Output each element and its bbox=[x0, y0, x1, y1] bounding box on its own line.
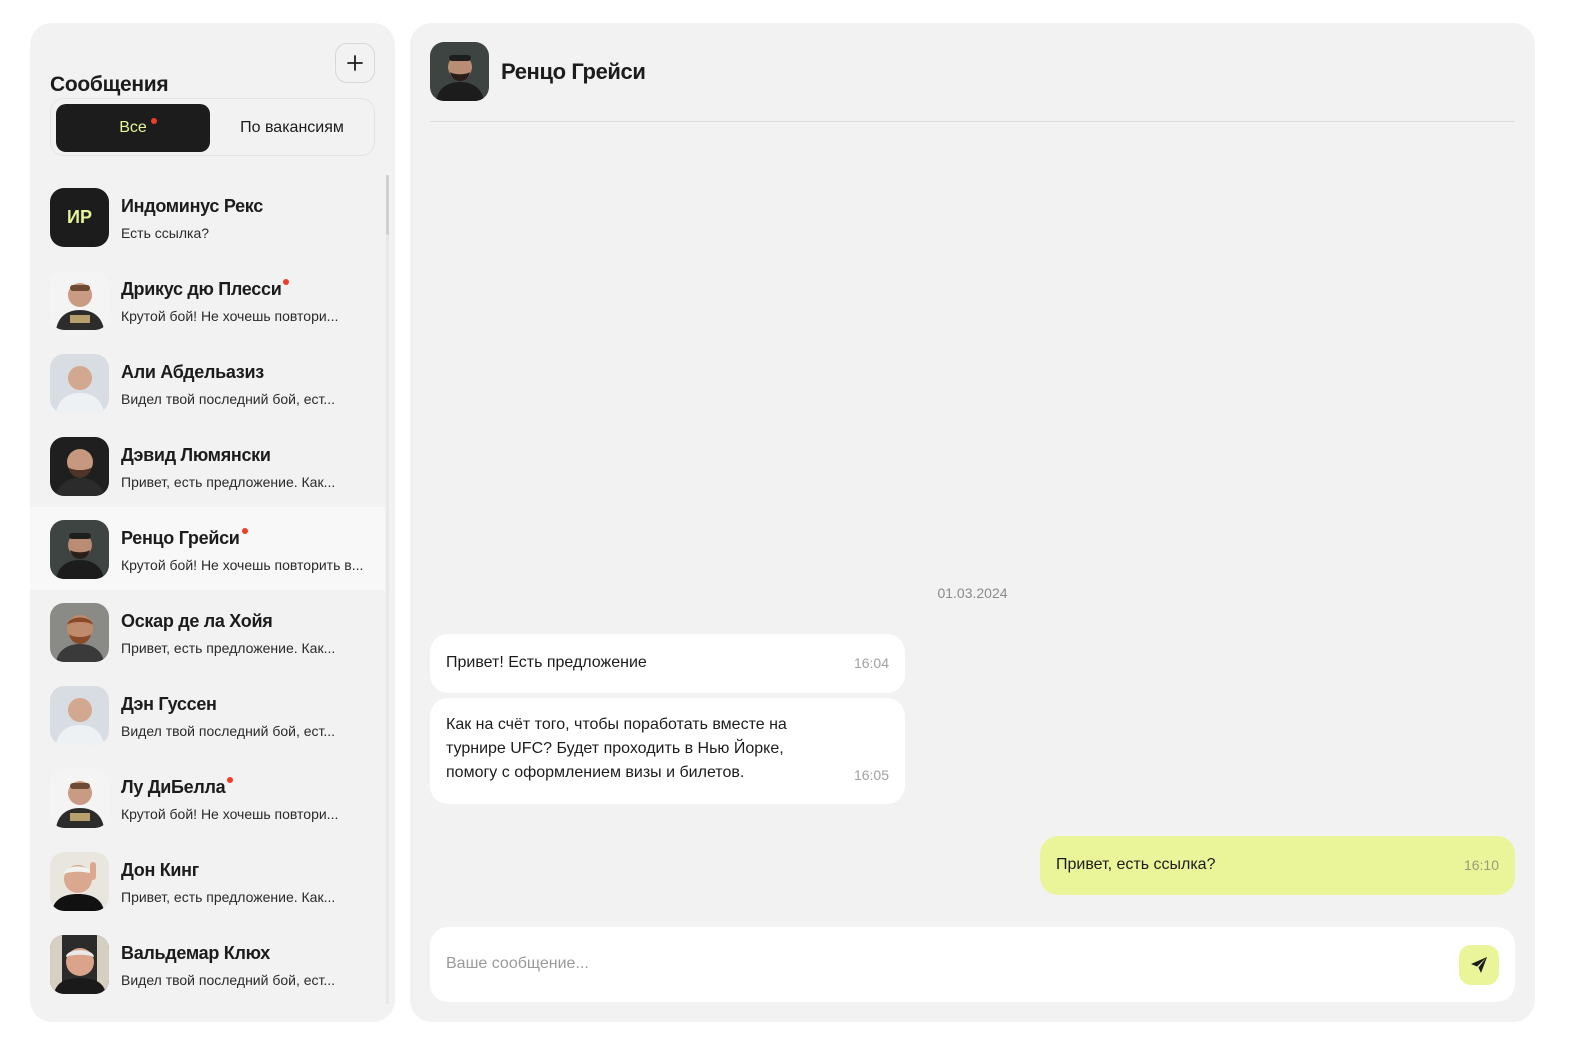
date-separator: 01.03.2024 bbox=[937, 585, 1008, 601]
chat-item[interactable]: Али Абдельазиз Видел твой последний бой,… bbox=[30, 341, 385, 424]
contact-avatar[interactable] bbox=[430, 42, 489, 101]
unread-dot bbox=[283, 279, 290, 285]
message-text: Привет! Есть предложение bbox=[446, 654, 647, 671]
chat-item[interactable]: Дэвид Люмянски Привет, есть предложение.… bbox=[30, 424, 385, 507]
avatar bbox=[50, 271, 109, 330]
chat-item[interactable]: Оскар де ла Хойя Привет, есть предложени… bbox=[30, 590, 385, 673]
sidebar-title: Сообщения bbox=[50, 73, 169, 96]
avatar bbox=[50, 603, 109, 662]
avatar: ИР bbox=[50, 188, 109, 247]
filter-tab-vacancies[interactable]: По вакансиям bbox=[213, 104, 371, 152]
chat-preview: Видел твой последний бой, ест... bbox=[121, 723, 336, 739]
chat-preview: Есть ссылка? bbox=[121, 225, 210, 241]
avatar bbox=[50, 769, 109, 828]
chat-list: ИР Индоминус Рекс Есть ссылка? Дрикус дю… bbox=[30, 175, 385, 1005]
unread-dot bbox=[151, 118, 157, 124]
message-input[interactable] bbox=[446, 949, 1446, 979]
chat-preview: Крутой бой! Не хочешь повтори... bbox=[121, 806, 339, 822]
chat-item[interactable]: Лу ДиБелла Крутой бой! Не хочешь повтори… bbox=[30, 756, 385, 839]
chat-name: Дэн Гуссен bbox=[121, 694, 217, 714]
chat-window: Ренцо Грейси 01.03.2024 Привет! Есть пре… bbox=[410, 23, 1535, 1022]
chat-preview: Привет, есть предложение. Как... bbox=[121, 640, 336, 656]
chat-list-scrollbar[interactable] bbox=[386, 175, 389, 1004]
chat-name: Ренцо Грейси bbox=[121, 528, 248, 549]
chat-name: Вальдемар Клюх bbox=[121, 943, 270, 963]
send-button[interactable] bbox=[1459, 945, 1499, 985]
chat-preview: Крутой бой! Не хочешь повторить в... bbox=[121, 557, 364, 573]
header-divider bbox=[430, 121, 1515, 122]
chat-name: Индоминус Рекс bbox=[121, 196, 263, 216]
plus-icon bbox=[347, 55, 363, 71]
avatar bbox=[50, 354, 109, 413]
avatar bbox=[50, 935, 109, 994]
new-chat-button[interactable] bbox=[335, 43, 375, 83]
chat-item[interactable]: Вальдемар Клюх Видел твой последний бой,… bbox=[30, 922, 385, 1005]
chat-name: Лу ДиБелла bbox=[121, 777, 234, 798]
chat-preview: Привет, есть предложение. Как... bbox=[121, 474, 336, 490]
chat-preview: Привет, есть предложение. Как... bbox=[121, 889, 336, 905]
message-text: Привет, есть ссылка? bbox=[1056, 856, 1216, 873]
message-time: 16:05 bbox=[853, 767, 889, 783]
unread-dot bbox=[227, 777, 234, 783]
chat-preview: Видел твой последний бой, ест... bbox=[121, 972, 336, 988]
chat-name: Али Абдельазиз bbox=[121, 362, 264, 382]
send-icon bbox=[1471, 957, 1487, 973]
chat-item[interactable]: Дон Кинг Привет, есть предложение. Как..… bbox=[30, 839, 385, 922]
scrollbar-thumb[interactable] bbox=[386, 175, 389, 235]
chat-name: Оскар де ла Хойя bbox=[121, 611, 273, 631]
avatar bbox=[50, 852, 109, 911]
chat-preview: Крутой бой! Не хочешь повтори... bbox=[121, 308, 339, 324]
avatar bbox=[50, 686, 109, 745]
avatar-initials: ИР bbox=[50, 188, 109, 247]
chat-sidebar: Сообщения Все По вакансиям ИР Индоминус … bbox=[30, 23, 395, 1022]
message-text: Как на счёт того, чтобы поработать вмест… bbox=[446, 716, 787, 781]
chat-name: Дрикус дю Плесси bbox=[121, 279, 290, 300]
filter-tab-label: По вакансиям bbox=[240, 119, 344, 136]
incoming-message: Привет! Есть предложение 16:04 bbox=[430, 634, 905, 693]
chat-item[interactable]: ИР Индоминус Рекс Есть ссылка? bbox=[30, 175, 385, 258]
chat-name: Дон Кинг bbox=[121, 860, 199, 880]
chat-preview: Видел твой последний бой, ест... bbox=[121, 391, 336, 407]
chat-item[interactable]: Дэн Гуссен Видел твой последний бой, ест… bbox=[30, 673, 385, 756]
filter-tab-all[interactable]: Все bbox=[56, 104, 210, 152]
chat-name: Дэвид Люмянски bbox=[121, 445, 271, 465]
chat-item-selected[interactable]: Ренцо Грейси Крутой бой! Не хочешь повто… bbox=[30, 507, 385, 590]
unread-dot bbox=[241, 528, 248, 534]
message-time: 16:10 bbox=[1463, 857, 1499, 873]
contact-name[interactable]: Ренцо Грейси bbox=[501, 59, 646, 85]
message-composer bbox=[430, 927, 1515, 1002]
incoming-message: Как на счёт того, чтобы поработать вмест… bbox=[430, 698, 905, 804]
chat-filter: Все По вакансиям bbox=[50, 98, 375, 156]
filter-tab-label: Все bbox=[119, 119, 147, 136]
chat-item[interactable]: Дрикус дю Плесси Крутой бой! Не хочешь п… bbox=[30, 258, 385, 341]
outgoing-message: Привет, есть ссылка? 16:10 bbox=[1040, 836, 1515, 895]
avatar bbox=[50, 520, 109, 579]
message-time: 16:04 bbox=[853, 655, 889, 671]
avatar bbox=[50, 437, 109, 496]
